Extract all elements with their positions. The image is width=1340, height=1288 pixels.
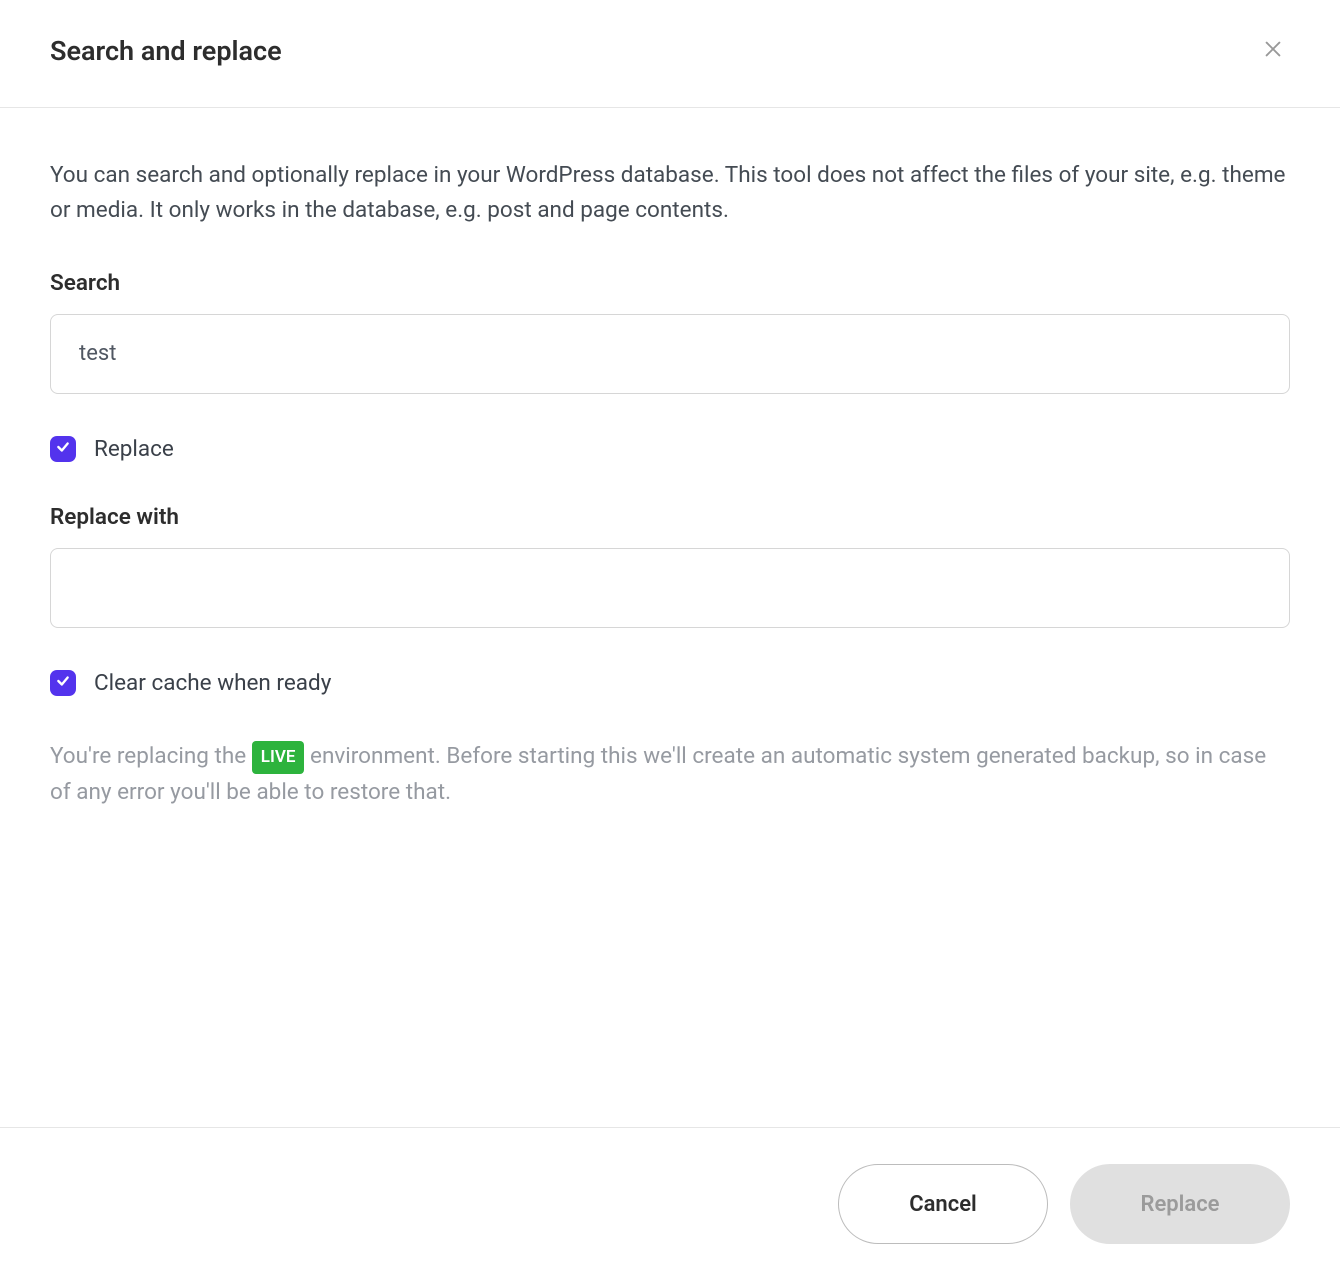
replace-with-input[interactable] bbox=[50, 548, 1290, 628]
replace-checkbox-row[interactable]: Replace bbox=[50, 436, 1290, 462]
modal-title: Search and replace bbox=[50, 35, 282, 67]
live-badge: LIVE bbox=[252, 741, 305, 774]
close-icon bbox=[1262, 38, 1284, 63]
modal-header: Search and replace bbox=[0, 0, 1340, 108]
clear-cache-row[interactable]: Clear cache when ready bbox=[50, 670, 1290, 696]
clear-cache-label: Clear cache when ready bbox=[94, 670, 331, 696]
intro-text: You can search and optionally replace in… bbox=[50, 158, 1290, 228]
close-button[interactable] bbox=[1256, 32, 1290, 69]
search-group: Search bbox=[50, 270, 1290, 394]
check-icon bbox=[56, 673, 70, 692]
replace-with-group: Replace with bbox=[50, 504, 1290, 628]
replace-checkbox-label: Replace bbox=[94, 436, 174, 462]
modal-body: You can search and optionally replace in… bbox=[0, 108, 1340, 1127]
clear-cache-checkbox[interactable] bbox=[50, 670, 76, 696]
replace-button[interactable]: Replace bbox=[1070, 1164, 1290, 1244]
search-label: Search bbox=[50, 270, 1290, 296]
search-replace-modal: Search and replace You can search and op… bbox=[0, 0, 1340, 1288]
modal-footer: Cancel Replace bbox=[0, 1127, 1340, 1288]
replace-with-label: Replace with bbox=[50, 504, 1290, 530]
cancel-button[interactable]: Cancel bbox=[838, 1164, 1048, 1244]
replace-checkbox[interactable] bbox=[50, 436, 76, 462]
check-icon bbox=[56, 439, 70, 458]
note-before: You're replacing the bbox=[50, 743, 252, 769]
search-input[interactable] bbox=[50, 314, 1290, 394]
environment-note: You're replacing the LIVE environment. B… bbox=[50, 738, 1290, 810]
